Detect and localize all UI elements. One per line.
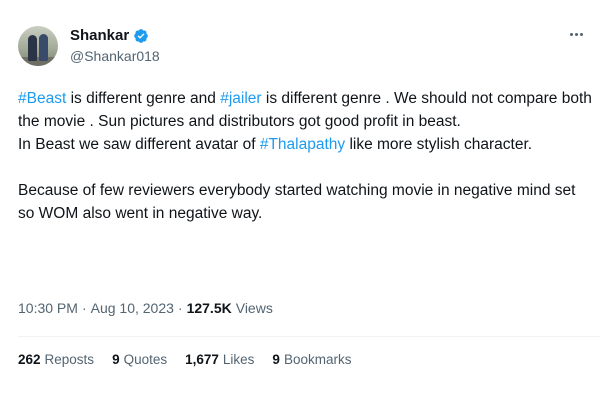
tweet-text: #Beast is different genre and #jailer is… <box>18 87 593 225</box>
author-handle[interactable]: @Shankar018 <box>70 47 160 65</box>
reposts-count: 262 <box>18 352 41 367</box>
tweet-text-segment: In Beast we saw different avatar of <box>18 136 260 153</box>
meta-separator: · <box>81 300 87 316</box>
display-name[interactable]: Shankar <box>70 27 129 45</box>
quotes-stat-link[interactable]: 9 Quotes <box>112 352 167 367</box>
avatar-ground <box>18 57 58 66</box>
quotes-label: Quotes <box>123 352 168 367</box>
tweet-text-segment: like more stylish character. <box>345 136 533 153</box>
avatar-figure-left <box>28 35 37 61</box>
bookmarks-count: 9 <box>272 352 280 367</box>
avatar[interactable] <box>18 26 58 66</box>
post-date-link[interactable]: Aug 10, 2023 <box>91 300 174 316</box>
likes-count: 1,677 <box>185 352 219 367</box>
tweet-card: Shankar @Shankar018 #Beast is different … <box>0 0 600 400</box>
reposts-label: Reposts <box>44 352 95 367</box>
bookmarks-stat-link[interactable]: 9 Bookmarks <box>272 352 351 367</box>
tweet-header: Shankar @Shankar018 <box>18 26 160 66</box>
avatar-figure-right <box>39 34 48 61</box>
tweet-meta: 10:30 PM · Aug 10, 2023 · 127.5K Views <box>18 300 273 316</box>
likes-stat-link[interactable]: 1,677 Likes <box>185 352 254 367</box>
verified-badge-icon[interactable] <box>133 28 149 44</box>
name-row: Shankar <box>70 27 160 45</box>
hashtag-jailer-link[interactable]: #jailer <box>220 90 261 107</box>
hashtag-thalapathy-link[interactable]: #Thalapathy <box>260 136 345 153</box>
more-options-icon[interactable] <box>566 26 586 42</box>
reposts-stat-link[interactable]: 262 Reposts <box>18 352 94 367</box>
views-count: 127.5K <box>186 300 232 316</box>
bookmarks-label: Bookmarks <box>283 352 352 367</box>
more-dot <box>569 32 573 36</box>
likes-label: Likes <box>222 352 255 367</box>
post-time-link[interactable]: 10:30 PM <box>18 300 78 316</box>
engagement-stats: 262 Reposts 9 Quotes 1,677 Likes 9 Bookmarks <box>18 352 369 367</box>
author-info: Shankar @Shankar018 <box>70 27 160 65</box>
hashtag-beast-link[interactable]: #Beast <box>18 90 66 107</box>
tweet-paragraph-2: In Beast we saw different avatar of #Tha… <box>18 133 593 156</box>
tweet-paragraph-3: Because of few reviewers everybody start… <box>18 182 576 222</box>
more-dot <box>579 32 583 36</box>
tweet-paragraph-1: #Beast is different genre and #jailer is… <box>18 87 593 133</box>
tweet-text-segment: is different genre and <box>66 90 221 107</box>
quotes-count: 9 <box>112 352 120 367</box>
views-label: Views <box>235 300 273 316</box>
more-dot <box>574 32 578 36</box>
meta-separator: · <box>177 300 183 316</box>
divider <box>18 336 600 337</box>
